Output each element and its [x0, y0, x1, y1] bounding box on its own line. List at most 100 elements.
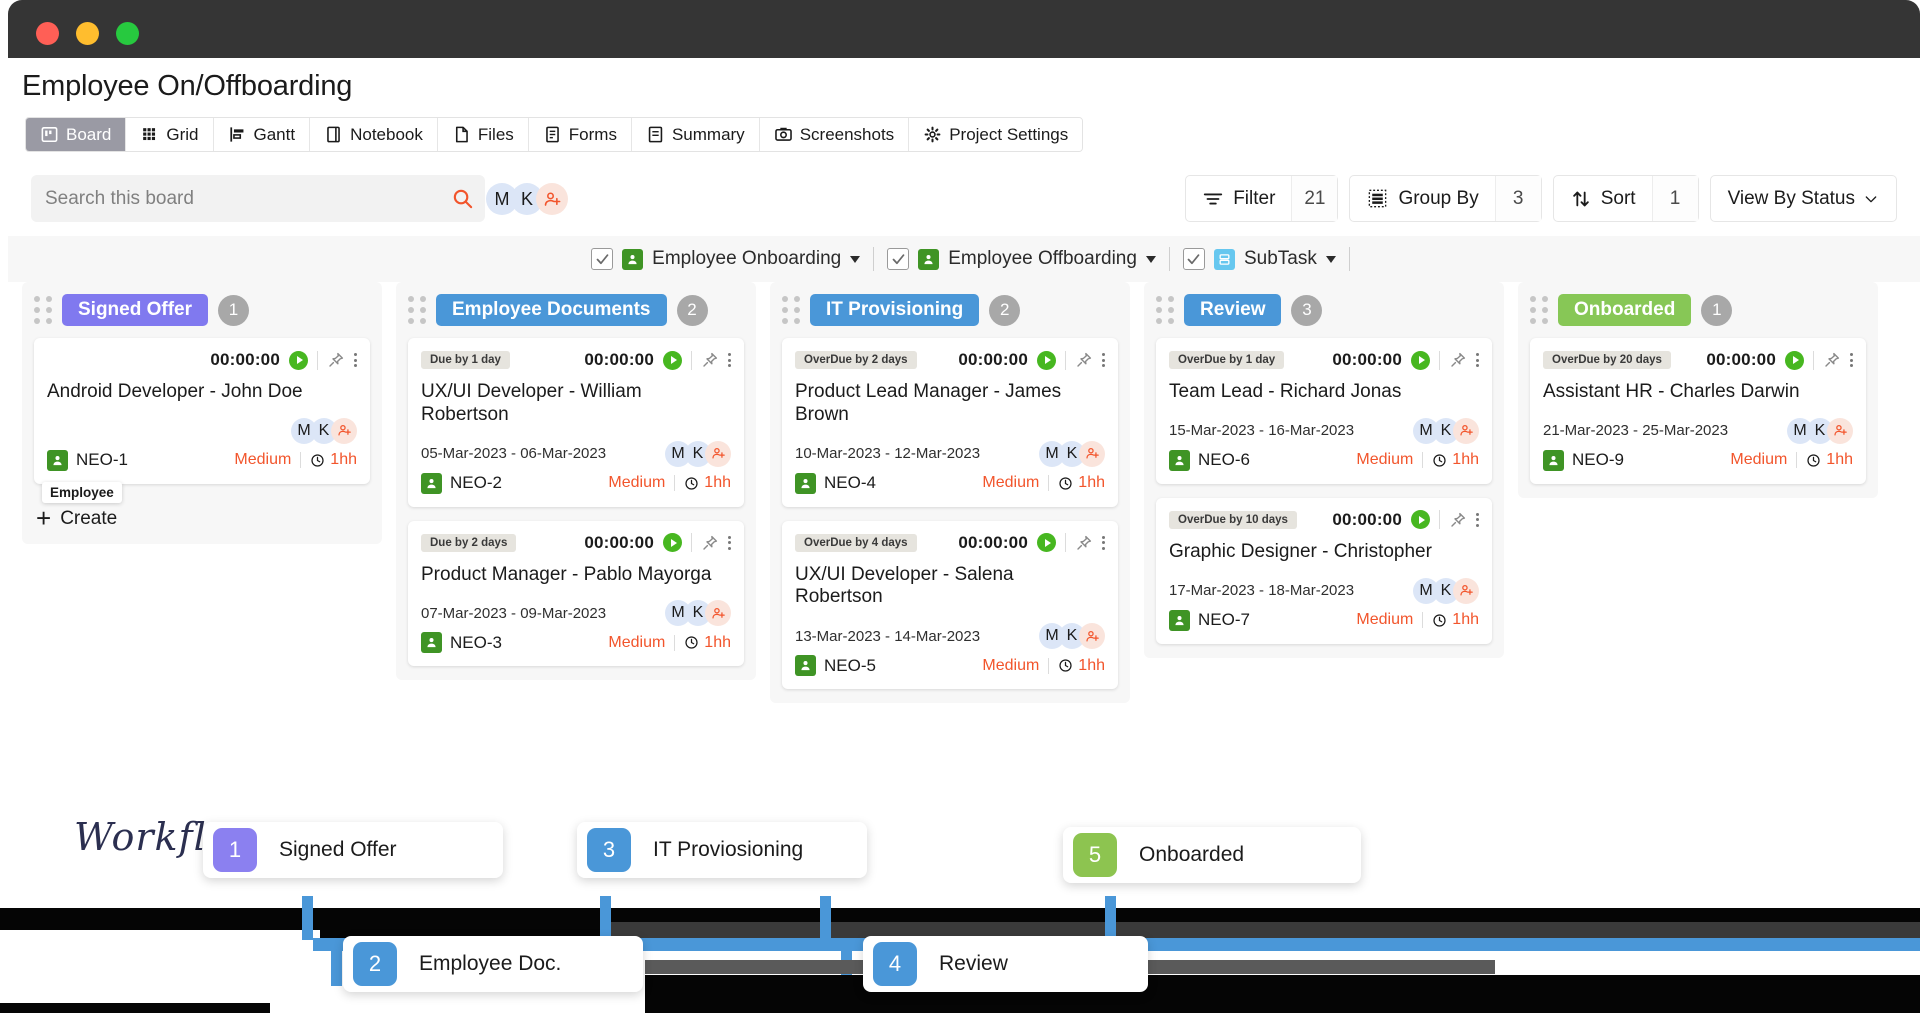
column-count: 3 [1291, 294, 1323, 326]
create-task-button[interactable]: + Create [36, 506, 370, 532]
summary-icon [648, 126, 663, 143]
column-title[interactable]: Signed Offer [62, 294, 209, 326]
pin-icon[interactable] [1075, 351, 1093, 369]
tab-label: Forms [568, 124, 617, 144]
start-timer-button[interactable] [663, 533, 682, 553]
add-assignee-button[interactable] [1453, 577, 1479, 604]
add-assignee-button[interactable] [331, 417, 357, 444]
card-menu-button[interactable] [1476, 353, 1479, 367]
add-assignee-button[interactable] [1079, 440, 1105, 467]
add-assignee-button[interactable] [705, 440, 731, 467]
chevron-down-icon[interactable] [1145, 255, 1156, 263]
chevron-down-icon[interactable] [1325, 255, 1336, 263]
task-card[interactable]: Due by 1 day 00:00:00 UX/UI Developer - … [408, 338, 744, 507]
column-title[interactable]: Employee Documents [436, 294, 667, 326]
minimize-window-button[interactable] [76, 22, 99, 45]
filter-chip-employee-onboarding[interactable]: Employee Onboarding [578, 248, 873, 270]
search-box[interactable] [31, 175, 485, 222]
maximize-window-button[interactable] [116, 22, 139, 45]
timer-value: 00:00:00 [1332, 350, 1402, 369]
drag-handle-icon[interactable] [34, 296, 52, 324]
task-card[interactable]: Due by 2 days 00:00:00 Product Manager -… [408, 520, 744, 667]
start-timer-button[interactable] [1411, 510, 1430, 530]
search-input[interactable] [31, 187, 439, 210]
add-assignee-button[interactable] [1453, 417, 1479, 444]
tab-summary[interactable]: Summary [631, 118, 760, 151]
pin-icon[interactable] [1449, 351, 1467, 369]
card-menu-button[interactable] [728, 353, 731, 367]
close-window-button[interactable] [36, 22, 59, 45]
drag-handle-icon[interactable] [1156, 296, 1174, 324]
workflow-node-review[interactable]: 4 Review [863, 936, 1148, 992]
kanban-board: Signed Offer 1 00:00:00 Android Develope… [8, 282, 1920, 762]
card-menu-button[interactable] [1850, 353, 1853, 367]
task-card[interactable]: 00:00:00 Android Developer - John Doe MK [34, 338, 370, 503]
workflow-node-employee-doc-[interactable]: 2 Employee Doc. [343, 936, 643, 992]
pin-icon[interactable] [701, 534, 719, 552]
add-user-icon [1085, 448, 1099, 459]
filter-chip-employee-offboarding[interactable]: Employee Offboarding [874, 248, 1169, 270]
column-title[interactable]: Onboarded [1558, 294, 1692, 326]
card-menu-button[interactable] [1476, 512, 1479, 527]
tab-gantt[interactable]: Gantt [213, 118, 311, 151]
start-timer-button[interactable] [663, 350, 682, 370]
task-type-filter-bar: Employee Onboarding Employee Offboarding… [8, 236, 1920, 282]
card-dates: 15-Mar-2023 - 16-Mar-2023 [1169, 422, 1355, 440]
task-card[interactable]: OverDue by 1 day 00:00:00 Team Lead - Ri… [1156, 338, 1492, 484]
task-card[interactable]: OverDue by 2 days 00:00:00 Product Lead … [782, 338, 1118, 507]
start-timer-button[interactable] [1037, 533, 1056, 553]
start-timer-button[interactable] [289, 350, 308, 370]
sort-button[interactable]: Sort [1554, 176, 1652, 221]
workflow-node-onboarded[interactable]: 5 Onboarded [1063, 827, 1361, 883]
timer-value: 00:00:00 [1706, 350, 1776, 369]
board-column-review: Review 3 OverDue by 1 day 00:00:00 Team … [1144, 282, 1504, 658]
tab-screenshots[interactable]: Screenshots [759, 118, 910, 151]
sort-label: Sort [1600, 187, 1636, 209]
drag-handle-icon[interactable] [1530, 296, 1548, 324]
column-title[interactable]: IT Provisioning [810, 294, 980, 326]
filter-chip-subtask[interactable]: SubTask [1170, 248, 1349, 270]
task-card[interactable]: OverDue by 20 days 00:00:00 Assistant HR… [1530, 338, 1866, 484]
chip-checkbox[interactable] [591, 248, 614, 270]
filter-button[interactable]: Filter [1186, 176, 1291, 221]
card-priority: Medium [608, 474, 666, 492]
add-assignee-button[interactable] [1827, 417, 1853, 444]
start-timer-button[interactable] [1785, 350, 1804, 370]
tab-notebook[interactable]: Notebook [310, 118, 438, 151]
search-button[interactable] [439, 175, 485, 222]
card-estimate-value: 1hh [1078, 474, 1105, 492]
workflow-node-it-proviosioning[interactable]: 3 IT Proviosioning [577, 822, 867, 878]
card-menu-button[interactable] [1102, 353, 1105, 367]
start-timer-button[interactable] [1037, 350, 1056, 370]
add-assignee-button[interactable] [705, 600, 731, 627]
drag-handle-icon[interactable] [408, 296, 426, 324]
task-card[interactable]: OverDue by 10 days 00:00:00 Graphic Desi… [1156, 497, 1492, 644]
start-timer-button[interactable] [1411, 350, 1430, 370]
add-assignee-button[interactable] [1079, 623, 1105, 650]
view-by-status-dropdown[interactable]: View By Status [1709, 175, 1897, 222]
drag-handle-icon[interactable] [782, 296, 800, 324]
pin-icon[interactable] [1075, 534, 1093, 552]
chip-checkbox[interactable] [1182, 248, 1205, 270]
chip-checkbox[interactable] [887, 248, 910, 270]
task-card[interactable]: OverDue by 4 days 00:00:00 UX/UI Develop… [782, 520, 1118, 690]
group-by-button[interactable]: Group By [1350, 176, 1494, 221]
card-menu-button[interactable] [728, 535, 731, 550]
pin-icon[interactable] [1449, 511, 1467, 529]
column-title[interactable]: Review [1184, 294, 1282, 326]
add-member-button[interactable] [536, 183, 568, 215]
tab-files[interactable]: Files [437, 118, 529, 151]
card-dates: 05-Mar-2023 - 06-Mar-2023 [421, 445, 607, 463]
pin-icon[interactable] [701, 351, 719, 369]
workflow-connector [820, 896, 831, 940]
pin-icon[interactable] [327, 351, 345, 369]
chevron-down-icon[interactable] [850, 255, 861, 263]
tab-forms[interactable]: Forms [528, 118, 632, 151]
tab-project-settings[interactable]: Project Settings [909, 118, 1083, 151]
pin-icon[interactable] [1823, 351, 1841, 369]
card-menu-button[interactable] [1102, 535, 1105, 550]
workflow-node-signed-offer[interactable]: 1 Signed Offer [203, 822, 503, 878]
card-menu-button[interactable] [354, 353, 357, 367]
tab-grid[interactable]: Grid [126, 118, 214, 151]
tab-board[interactable]: Board [26, 118, 127, 151]
